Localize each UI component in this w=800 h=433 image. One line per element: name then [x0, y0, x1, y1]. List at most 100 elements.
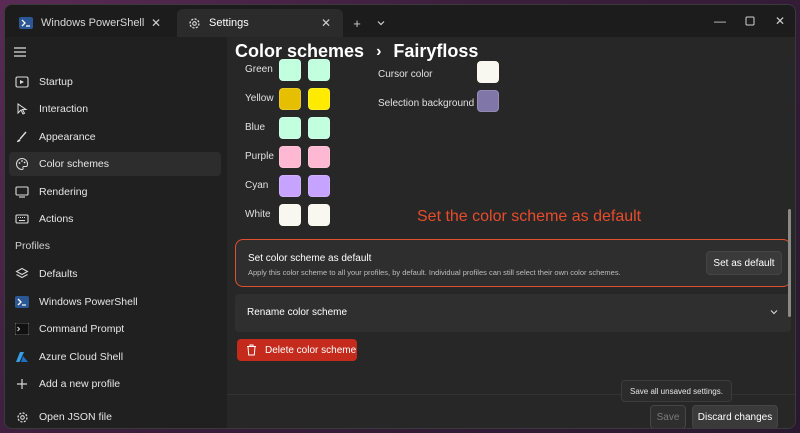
sidebar-item-label: Interaction [39, 103, 89, 115]
sidebar-item-label: Actions [39, 213, 74, 225]
sidebar-item-label: Add a new profile [39, 378, 121, 390]
swatch-cyan[interactable] [279, 175, 301, 197]
powershell-icon [15, 295, 29, 309]
sidebar-item-command-prompt[interactable]: Command Prompt [9, 317, 221, 341]
sidebar-item-rendering[interactable]: Rendering [9, 180, 221, 204]
open-json-file-button[interactable]: Open JSON file [9, 405, 221, 428]
swatch-yellow[interactable] [279, 88, 301, 110]
swatch-green[interactable] [279, 59, 301, 81]
trash-icon [245, 344, 257, 356]
tab-label: Windows PowerShell [41, 17, 145, 29]
swatch-bright-green[interactable] [308, 59, 330, 81]
interaction-icon [15, 102, 29, 116]
startup-icon [15, 75, 29, 89]
plus-icon [15, 377, 29, 391]
sidebar-item-color-schemes[interactable]: Color schemes [9, 152, 221, 176]
sidebar-item-label: Azure Cloud Shell [39, 351, 124, 363]
vertical-scrollbar[interactable] [788, 209, 791, 317]
rename-card[interactable]: Rename color scheme [235, 294, 791, 332]
minimize-button[interactable]: — [705, 5, 735, 37]
swatch-bright-cyan[interactable] [308, 175, 330, 197]
tab-dropdown-button[interactable] [371, 13, 391, 33]
swatch-white[interactable] [279, 204, 301, 226]
sidebar-item-label: Appearance [39, 131, 96, 143]
sidebar-item-label: Rendering [39, 186, 88, 198]
title-bar: Windows PowerShell ✕ Settings ✕ + — ✕ [5, 5, 795, 37]
sidebar-item-startup[interactable]: Startup [9, 70, 221, 94]
powershell-icon [19, 16, 33, 30]
delete-color-scheme-button[interactable]: Delete color scheme [237, 339, 357, 361]
palette-icon [15, 157, 29, 171]
save-button[interactable]: Save [650, 405, 686, 428]
sidebar-item-interaction[interactable]: Interaction [9, 97, 221, 121]
chevron-right-icon: › [376, 42, 382, 60]
swatch-purple[interactable] [279, 146, 301, 168]
sidebar-item-defaults[interactable]: Defaults [9, 262, 221, 286]
swatch-bright-purple[interactable] [308, 146, 330, 168]
swatch-blue[interactable] [279, 117, 301, 139]
color-label-purple: Purple [245, 151, 274, 162]
plus-icon: + [353, 15, 361, 31]
set-default-card: Set color scheme as default Apply this c… [235, 239, 791, 287]
color-label-green: Green [245, 64, 273, 75]
cmd-icon [15, 322, 29, 336]
paintbrush-icon [15, 130, 29, 144]
swatch-bright-yellow[interactable] [308, 88, 330, 110]
page-title: Color schemes › Fairyfloss [235, 41, 478, 62]
rename-label: Rename color scheme [247, 307, 348, 318]
swatch-selection-background[interactable] [477, 90, 499, 112]
tab-settings[interactable]: Settings ✕ [177, 9, 343, 37]
swatch-cursor-color[interactable] [477, 61, 499, 83]
sidebar-item-label: Command Prompt [39, 323, 125, 335]
sidebar: Startup Interaction Appearance Color sch… [5, 37, 227, 428]
main-content: Color schemes › Fairyfloss Green Yellow … [227, 37, 795, 428]
hamburger-menu-icon[interactable] [13, 45, 29, 59]
sidebar-item-windows-powershell[interactable]: Windows PowerShell [9, 290, 221, 314]
set-default-description: Apply this color scheme to all your prof… [248, 268, 621, 277]
tab-label: Settings [209, 17, 249, 29]
sidebar-item-appearance[interactable]: Appearance [9, 125, 221, 149]
discard-changes-button[interactable]: Discard changes [692, 405, 778, 428]
chevron-down-icon [377, 21, 385, 26]
chevron-down-icon [770, 310, 778, 315]
sidebar-item-actions[interactable]: Actions [9, 207, 221, 231]
gear-icon [187, 16, 201, 30]
sidebar-item-add-new-profile[interactable]: Add a new profile [9, 372, 221, 396]
sidebar-item-label: Open JSON file [39, 411, 112, 423]
gear-icon [15, 410, 29, 424]
close-icon[interactable]: ✕ [149, 16, 163, 30]
monitor-icon [15, 185, 29, 199]
color-label-white: White [245, 209, 271, 220]
azure-icon [15, 350, 29, 364]
sidebar-item-azure-cloud-shell[interactable]: Azure Cloud Shell [9, 345, 221, 369]
profiles-section-header: Profiles [15, 240, 51, 252]
sidebar-item-label: Defaults [39, 268, 78, 280]
set-as-default-button[interactable]: Set as default [706, 251, 782, 275]
color-label-blue: Blue [245, 122, 266, 133]
swatch-bright-blue[interactable] [308, 117, 330, 139]
keyboard-icon [15, 212, 29, 226]
new-tab-button[interactable]: + [347, 13, 367, 33]
close-window-button[interactable]: ✕ [765, 5, 795, 37]
annotation-text: Set the color scheme as default [417, 208, 642, 225]
tab-windows-powershell[interactable]: Windows PowerShell ✕ [9, 9, 173, 37]
delete-label: Delete color scheme [265, 344, 357, 356]
maximize-icon [745, 16, 755, 26]
swatch-bright-white[interactable] [308, 204, 330, 226]
save-tooltip: Save all unsaved settings. [621, 380, 732, 402]
set-default-title: Set color scheme as default [248, 253, 372, 264]
color-label-selection-background: Selection background [378, 98, 475, 109]
sidebar-item-label: Startup [39, 76, 73, 88]
close-icon[interactable]: ✕ [319, 16, 333, 30]
breadcrumb-scheme-name: Fairyfloss [393, 41, 479, 61]
layers-icon [15, 267, 29, 281]
color-label-cyan: Cyan [245, 180, 269, 191]
window-controls: — ✕ [705, 5, 795, 37]
maximize-button[interactable] [735, 5, 765, 37]
breadcrumb-section[interactable]: Color schemes [235, 41, 364, 62]
settings-window: Windows PowerShell ✕ Settings ✕ + — ✕ St… [4, 4, 796, 429]
sidebar-item-label: Color schemes [39, 158, 110, 170]
sidebar-item-label: Windows PowerShell [39, 296, 138, 308]
color-label-cursor: Cursor color [378, 69, 433, 80]
color-label-yellow: Yellow [245, 93, 274, 104]
